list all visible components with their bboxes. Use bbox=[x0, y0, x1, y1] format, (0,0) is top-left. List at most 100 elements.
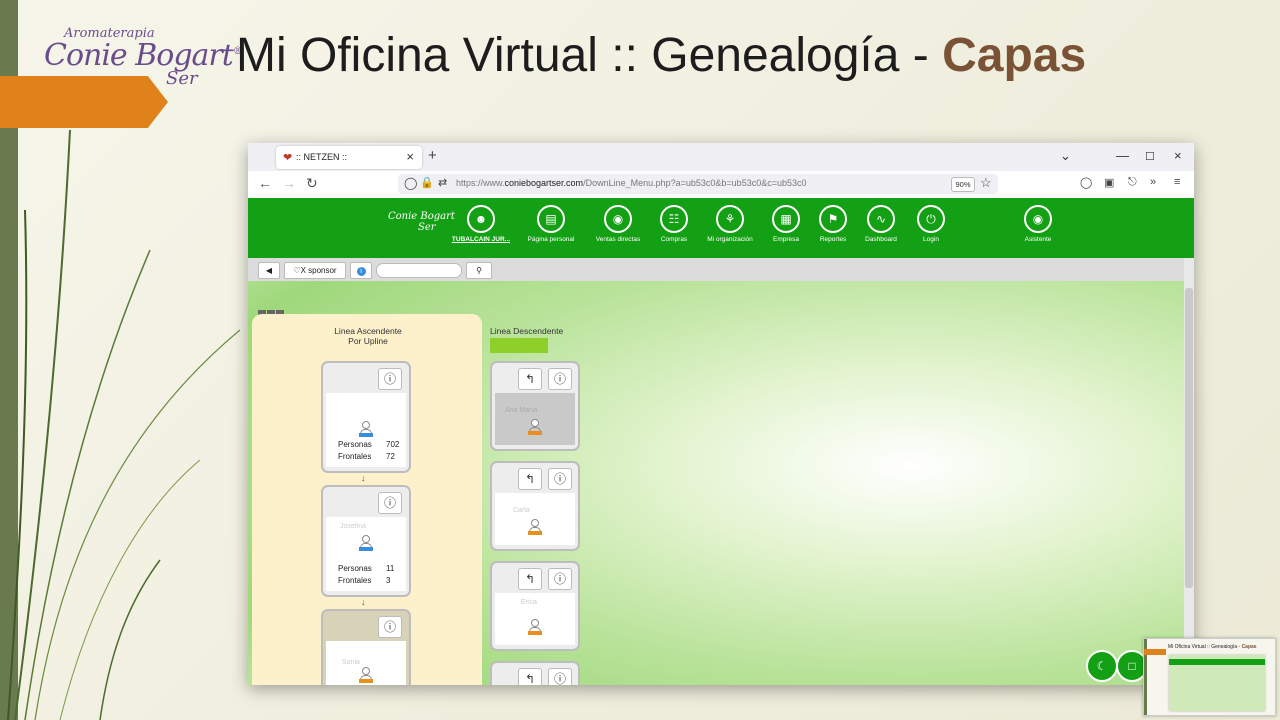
card-body: Personas 702 Frontales 72 bbox=[326, 393, 406, 467]
ascendant-card[interactable]: ⓘ Personas 702 Frontales 72 bbox=[321, 361, 411, 473]
new-tab-icon[interactable]: + bbox=[428, 147, 437, 164]
card-body: Erica bbox=[495, 593, 575, 645]
search-input[interactable] bbox=[376, 263, 462, 278]
bookmark-star-icon[interactable]: ☆ bbox=[980, 175, 992, 191]
info-button[interactable]: i bbox=[350, 262, 372, 279]
info-circle-icon[interactable]: ⓘ bbox=[548, 568, 572, 590]
menu-label: Login bbox=[923, 236, 939, 243]
close-window-icon[interactable]: × bbox=[1174, 148, 1182, 163]
menu-login[interactable]: ⏻ Login bbox=[896, 205, 966, 243]
browser-window: ❤ :: NETZEN :: × + ⌄ — ☐ × ← → ↻ ◯ 🔒 ⇄ h… bbox=[248, 143, 1194, 685]
menu-icon[interactable]: ≡ bbox=[1174, 176, 1180, 188]
web-page: Conie Bogart Ser ☻ TUBALCAIN JUR... ▤ Pág… bbox=[248, 198, 1194, 685]
forward-icon[interactable]: → bbox=[282, 175, 296, 191]
return-arrow-icon[interactable]: ↰ bbox=[518, 468, 542, 490]
org-icon: ⚘ bbox=[716, 205, 744, 233]
minimize-icon[interactable]: — bbox=[1116, 148, 1129, 163]
descendant-card[interactable]: ↰ ⓘ Erica bbox=[490, 561, 580, 651]
close-tab-icon[interactable]: × bbox=[406, 149, 414, 164]
member-name: Ana María bbox=[505, 407, 538, 414]
headset-icon: ◉ bbox=[1024, 205, 1052, 233]
lock-icon[interactable]: 🔒 bbox=[420, 176, 434, 189]
person-icon bbox=[359, 667, 373, 683]
tab-bar: ❤ :: NETZEN :: × + ⌄ — ☐ × bbox=[248, 143, 1194, 171]
ascendant-card[interactable]: ⓘ Sonia bbox=[321, 609, 411, 685]
night-mode-button[interactable]: ☾ bbox=[1086, 650, 1118, 682]
back-icon[interactable]: ← bbox=[258, 175, 272, 191]
tab-title: :: NETZEN :: bbox=[296, 152, 348, 162]
member-name: Erica bbox=[521, 599, 537, 606]
site-top-menu: Conie Bogart Ser ☻ TUBALCAIN JUR... ▤ Pág… bbox=[248, 198, 1194, 258]
arrow-down-icon: ↓ bbox=[361, 473, 366, 483]
zoom-level[interactable]: 90% bbox=[951, 177, 975, 192]
info-icon: i bbox=[356, 267, 366, 276]
x-sponsor-button[interactable]: ♡X sponsor bbox=[284, 262, 346, 279]
search-button[interactable]: ⚲ bbox=[466, 262, 492, 279]
bag-icon: ◉ bbox=[604, 205, 632, 233]
company-logo: Aromaterapia Conie Bogart® Ser bbox=[40, 26, 243, 90]
card-body: Josefina Personas 11 Frontales 3 bbox=[326, 517, 406, 591]
menu-user-profile[interactable]: ☻ TUBALCAIN JUR... bbox=[446, 205, 516, 243]
card-stats: Personas 702 Frontales 72 bbox=[338, 440, 400, 461]
descendant-card[interactable]: ↰ ⓘ Ana María bbox=[490, 361, 580, 451]
person-icon bbox=[528, 519, 542, 535]
site-logo[interactable]: Conie Bogart Ser bbox=[388, 211, 455, 233]
card-stats: Personas 11 Frontales 3 bbox=[338, 564, 395, 585]
card-body: Carla bbox=[495, 493, 575, 545]
lips-favicon-icon: ❤ bbox=[283, 152, 293, 164]
scrollbar-thumb[interactable] bbox=[1185, 288, 1193, 588]
info-circle-icon[interactable]: ⓘ bbox=[378, 616, 402, 638]
member-name: Carla bbox=[513, 507, 530, 514]
ascendant-title: Linea Ascendente Por Upline bbox=[334, 326, 402, 346]
more-tools-icon[interactable]: » bbox=[1150, 176, 1156, 188]
person-icon bbox=[359, 421, 373, 437]
card-body: Sonia bbox=[326, 641, 406, 685]
browser-tab[interactable]: ❤ :: NETZEN :: × bbox=[276, 146, 422, 169]
extensions-icon[interactable]: ⎋ bbox=[1128, 176, 1137, 189]
arrow-down-icon: ↓ bbox=[361, 597, 366, 607]
menu-label: Asistente bbox=[1024, 236, 1052, 243]
pocket-icon[interactable]: ◯ bbox=[1080, 176, 1092, 189]
reload-icon[interactable]: ↻ bbox=[306, 175, 318, 192]
person-icon bbox=[528, 619, 542, 635]
genealogy-toolbar: ◀ ♡X sponsor i ⚲ bbox=[248, 258, 1184, 281]
report-icon: ⚑ bbox=[819, 205, 847, 233]
info-circle-icon[interactable]: ⓘ bbox=[548, 668, 572, 685]
slide-thumbnail[interactable]: Mi Oficina Virtual :: Genealogía - Capas bbox=[1143, 638, 1276, 716]
screenshot-icon[interactable]: ▣ bbox=[1104, 176, 1114, 189]
chevron-down-icon[interactable]: ⌄ bbox=[1060, 148, 1071, 164]
title-emphasis: Capas bbox=[942, 29, 1087, 82]
collapse-left-button[interactable]: ◀ bbox=[258, 262, 280, 279]
card-body: Ana María bbox=[495, 393, 575, 445]
slide-title: Mi Oficina Virtual :: Genealogía - Capas bbox=[236, 29, 1087, 82]
return-arrow-icon[interactable]: ↰ bbox=[518, 568, 542, 590]
descendant-highlight-bar bbox=[490, 338, 548, 353]
info-circle-icon[interactable]: ⓘ bbox=[378, 368, 402, 390]
menu-label: TUBALCAIN JUR... bbox=[451, 236, 511, 243]
logo-main-text: Conie Bogart® bbox=[44, 38, 243, 73]
search-icon: ⚲ bbox=[476, 266, 482, 275]
nav-bar: ← → ↻ ◯ 🔒 ⇄ https://www.coniebogartser.c… bbox=[248, 171, 1194, 199]
menu-assistant[interactable]: ◉ Asistente bbox=[1003, 205, 1073, 243]
info-circle-icon[interactable]: ⓘ bbox=[548, 368, 572, 390]
info-circle-icon[interactable]: ⓘ bbox=[378, 492, 402, 514]
menu-label: Página personal bbox=[527, 236, 575, 243]
menu-personal-page[interactable]: ▤ Página personal bbox=[516, 205, 586, 243]
return-arrow-icon[interactable]: ↰ bbox=[518, 368, 542, 390]
member-name: Sonia bbox=[342, 659, 360, 666]
descendant-card[interactable]: ↰ ⓘ bbox=[490, 661, 580, 685]
info-circle-icon[interactable]: ⓘ bbox=[548, 468, 572, 490]
permissions-icon[interactable]: ⇄ bbox=[438, 176, 447, 189]
person-icon bbox=[359, 535, 373, 551]
thumbnail-title: Mi Oficina Virtual :: Genealogía - Capas bbox=[1168, 644, 1257, 650]
ascendant-card[interactable]: ⓘ Josefina Personas 11 Frontales 3 bbox=[321, 485, 411, 597]
descendant-title: Linea Descendente bbox=[490, 326, 564, 336]
address-bar[interactable]: ◯ 🔒 ⇄ https://www.coniebogartser.com/Dow… bbox=[398, 174, 998, 194]
url-text: https://www.coniebogartser.com/DownLine_… bbox=[456, 178, 807, 188]
return-arrow-icon[interactable]: ↰ bbox=[518, 668, 542, 685]
power-icon: ⏻ bbox=[917, 205, 945, 233]
maximize-icon[interactable]: ☐ bbox=[1145, 150, 1155, 163]
descendant-card[interactable]: ↰ ⓘ Carla bbox=[490, 461, 580, 551]
member-name: Josefina bbox=[340, 523, 367, 530]
shield-icon[interactable]: ◯ bbox=[404, 176, 417, 190]
